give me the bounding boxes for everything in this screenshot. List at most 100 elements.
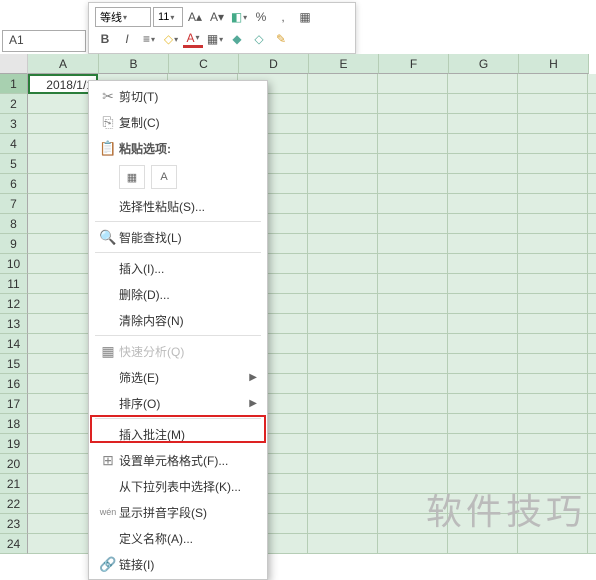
menu-item[interactable]: 筛选(E)▶ xyxy=(89,364,267,390)
menu-label: 清除内容(N) xyxy=(119,312,257,329)
menu-icon: ✂ xyxy=(97,88,119,105)
menu-item[interactable]: 🔍智能查找(L) xyxy=(89,224,267,250)
row-header[interactable]: 21 xyxy=(0,474,28,494)
row-header[interactable]: 14 xyxy=(0,334,28,354)
menu-item[interactable]: ▦快速分析(Q) xyxy=(89,338,267,364)
decrease-font-icon[interactable]: A▾ xyxy=(207,7,227,27)
menu-item[interactable]: 🔗链接(I) xyxy=(89,551,267,577)
comma-icon[interactable]: , xyxy=(273,7,293,27)
menu-icon: 📋 xyxy=(97,140,119,157)
menu-label: 选择性粘贴(S)... xyxy=(119,198,257,215)
accounting-format-icon[interactable]: ◧▾ xyxy=(229,7,249,27)
menu-label: 筛选(E) xyxy=(119,369,249,386)
menu-label: 智能查找(L) xyxy=(119,229,257,246)
increase-font-icon[interactable]: A▴ xyxy=(185,7,205,27)
menu-item[interactable]: 从下拉列表中选择(K)... xyxy=(89,473,267,499)
menu-label: 定义名称(A)... xyxy=(119,530,257,547)
menu-item[interactable]: 排序(O)▶ xyxy=(89,390,267,416)
row-header[interactable]: 15 xyxy=(0,354,28,374)
row-header[interactable]: 1 xyxy=(0,74,28,94)
decrease-decimal-icon[interactable]: ◆ xyxy=(227,29,247,49)
column-headers: ABCDEFGH xyxy=(0,54,596,74)
menu-label: 设置单元格格式(F)... xyxy=(119,452,257,469)
menu-item[interactable]: wén显示拼音字段(S) xyxy=(89,499,267,525)
chevron-down-icon: ▾ xyxy=(219,35,223,44)
font-color-icon[interactable]: A▾ xyxy=(183,31,203,48)
percent-icon[interactable]: % xyxy=(251,7,271,27)
row-header[interactable]: 6 xyxy=(0,174,28,194)
row-header[interactable]: 3 xyxy=(0,114,28,134)
menu-label: 排序(O) xyxy=(119,395,249,412)
italic-button[interactable]: I xyxy=(117,29,137,49)
row-header[interactable]: 19 xyxy=(0,434,28,454)
menu-label: 快速分析(Q) xyxy=(119,343,257,360)
row-header[interactable]: 5 xyxy=(0,154,28,174)
column-header[interactable]: E xyxy=(309,54,379,74)
column-header[interactable]: C xyxy=(169,54,239,74)
format-painter-icon[interactable]: ✎ xyxy=(271,29,291,49)
row-header[interactable]: 16 xyxy=(0,374,28,394)
row-header[interactable]: 22 xyxy=(0,494,28,514)
chevron-down-icon: ▾ xyxy=(243,13,247,22)
row-header[interactable]: 23 xyxy=(0,514,28,534)
chevron-down-icon: ▾ xyxy=(196,33,200,42)
menu-icon: ⎘ xyxy=(97,114,119,131)
menu-label: 显示拼音字段(S) xyxy=(119,504,257,521)
menu-separator xyxy=(95,335,261,336)
row-header[interactable]: 12 xyxy=(0,294,28,314)
paste-option-button[interactable]: A xyxy=(151,165,177,189)
row-header[interactable]: 17 xyxy=(0,394,28,414)
menu-icon: ▦ xyxy=(97,343,119,360)
row-header[interactable]: 13 xyxy=(0,314,28,334)
increase-decimal-icon[interactable]: ◇ xyxy=(249,29,269,49)
menu-item[interactable]: 定义名称(A)... xyxy=(89,525,267,551)
row-header[interactable]: 4 xyxy=(0,134,28,154)
menu-item[interactable]: ⎘复制(C) xyxy=(89,109,267,135)
row-header[interactable]: 2 xyxy=(0,94,28,114)
menu-separator xyxy=(95,418,261,419)
menu-label: 复制(C) xyxy=(119,114,257,131)
menu-item[interactable]: ✂剪切(T) xyxy=(89,83,267,109)
menu-icon: 🔍 xyxy=(97,229,119,246)
align-icon[interactable]: ≡▾ xyxy=(139,29,159,49)
menu-label: 从下拉列表中选择(K)... xyxy=(119,478,257,495)
menu-item[interactable]: ⊞设置单元格格式(F)... xyxy=(89,447,267,473)
menu-item[interactable]: 插入批注(M) xyxy=(89,421,267,447)
column-header[interactable]: B xyxy=(99,54,169,74)
menu-label: 链接(I) xyxy=(119,556,257,573)
paste-option-button[interactable]: ▦ xyxy=(119,165,145,189)
menu-label: 删除(D)... xyxy=(119,286,257,303)
fill-color-icon[interactable]: ◇▾ xyxy=(161,29,181,49)
column-header[interactable]: G xyxy=(449,54,519,74)
row-header[interactable]: 20 xyxy=(0,454,28,474)
paste-options: ▦A xyxy=(89,161,267,193)
menu-item[interactable]: 插入(I)... xyxy=(89,255,267,281)
column-header[interactable]: D xyxy=(239,54,309,74)
borders-icon[interactable]: ▦▾ xyxy=(205,29,225,49)
borders-icon[interactable]: ▦ xyxy=(295,7,315,27)
font-size-select[interactable]: 11▾ xyxy=(153,7,183,27)
row-header[interactable]: 10 xyxy=(0,254,28,274)
select-all-corner[interactable] xyxy=(0,54,28,74)
row-header[interactable]: 8 xyxy=(0,214,28,234)
menu-icon: ⊞ xyxy=(97,452,119,469)
row-header[interactable]: 11 xyxy=(0,274,28,294)
menu-item: 📋粘贴选项: xyxy=(89,135,267,161)
menu-item[interactable]: 清除内容(N) xyxy=(89,307,267,333)
menu-separator xyxy=(95,221,261,222)
column-header[interactable]: F xyxy=(379,54,449,74)
row-header[interactable]: 7 xyxy=(0,194,28,214)
menu-item[interactable]: 删除(D)... xyxy=(89,281,267,307)
bold-button[interactable]: B xyxy=(95,29,115,49)
column-header[interactable]: A xyxy=(28,54,99,74)
menu-label: 插入批注(M) xyxy=(119,426,257,443)
name-box[interactable]: A1 xyxy=(2,30,86,52)
menu-icon: 🔗 xyxy=(97,556,119,573)
font-family-select[interactable]: 等线▾ xyxy=(95,7,151,27)
column-header[interactable]: H xyxy=(519,54,589,74)
menu-item[interactable]: 选择性粘贴(S)... xyxy=(89,193,267,219)
row-header[interactable]: 18 xyxy=(0,414,28,434)
chevron-right-icon: ▶ xyxy=(249,398,257,409)
row-header[interactable]: 24 xyxy=(0,534,28,554)
row-header[interactable]: 9 xyxy=(0,234,28,254)
